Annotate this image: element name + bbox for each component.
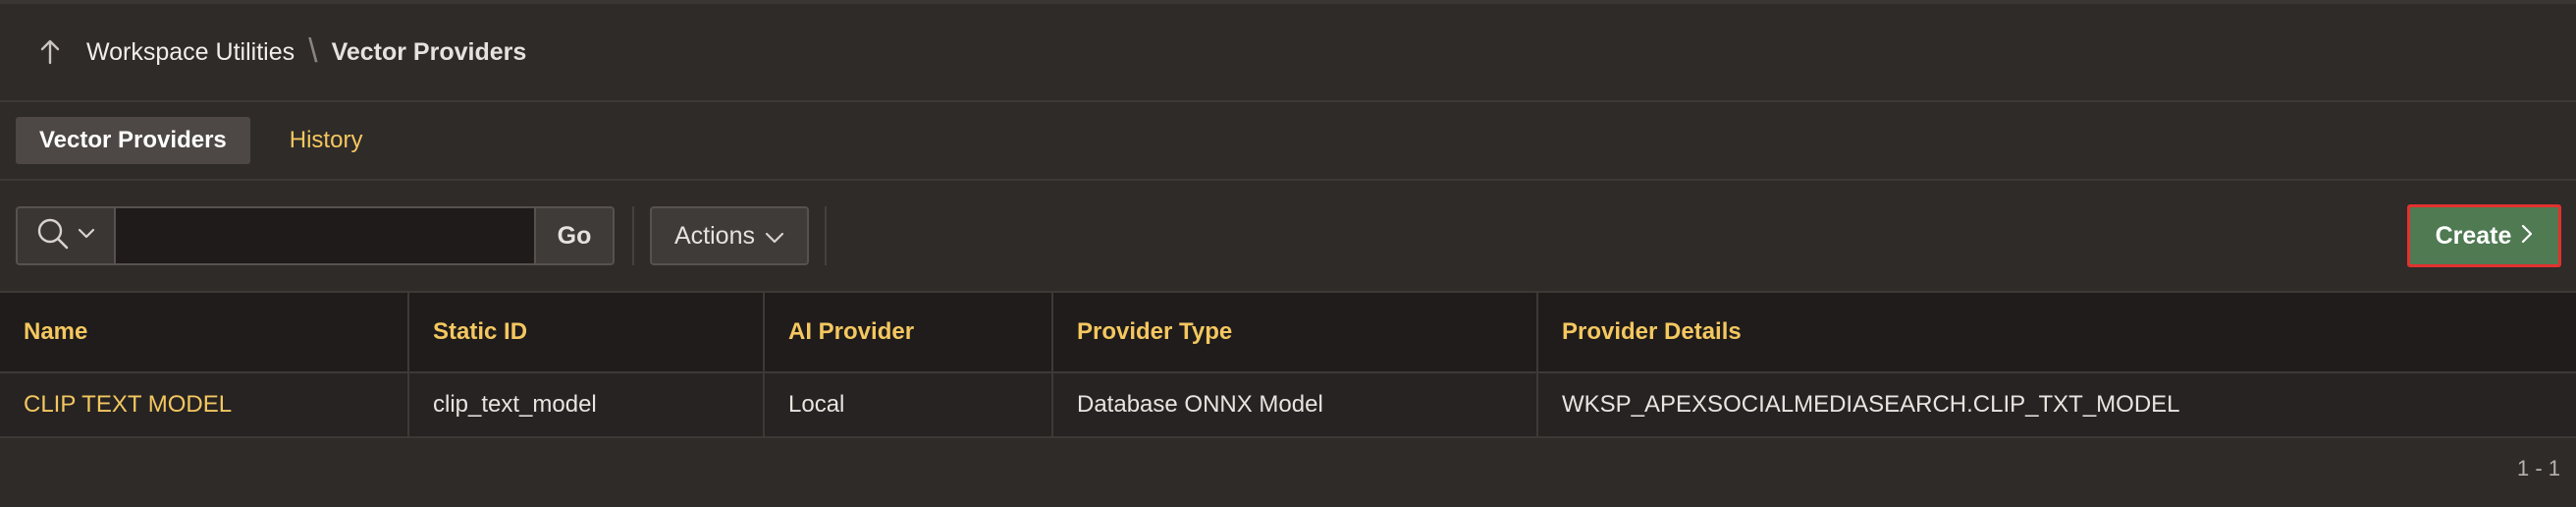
- actions-label: Actions: [674, 221, 755, 250]
- toolbar-divider: [825, 206, 827, 265]
- search-column-button[interactable]: [16, 206, 114, 265]
- create-button[interactable]: Create: [2407, 204, 2561, 267]
- column-header-provider-type[interactable]: Provider Type: [1052, 293, 1538, 372]
- arrow-up-icon[interactable]: [37, 37, 63, 67]
- cell-ai-provider: Local: [764, 371, 1053, 438]
- cell-provider-details: WKSP_APEXSOCIALMEDIASEARCH.CLIP_TXT_MODE…: [1537, 371, 2576, 438]
- search-group: Go: [16, 206, 615, 265]
- table-header-row: Name Static ID AI Provider Provider Type…: [0, 293, 2576, 372]
- column-header-ai-provider[interactable]: AI Provider: [764, 293, 1053, 372]
- chevron-right-icon: [2521, 222, 2533, 251]
- breadcrumb-item-workspace-utilities[interactable]: Workspace Utilities: [86, 38, 295, 67]
- vector-providers-table: Name Static ID AI Provider Provider Type…: [0, 293, 2576, 438]
- column-header-provider-details[interactable]: Provider Details: [1537, 293, 2576, 372]
- tab-history[interactable]: History: [266, 117, 387, 164]
- go-button[interactable]: Go: [536, 206, 615, 265]
- tab-vector-providers[interactable]: Vector Providers: [16, 117, 250, 164]
- search-icon: [36, 217, 70, 255]
- chevron-down-icon: [78, 227, 95, 245]
- breadcrumb-separator: \: [308, 31, 318, 70]
- create-label: Create: [2435, 221, 2512, 250]
- breadcrumb-current: Vector Providers: [331, 37, 527, 66]
- actions-button[interactable]: Actions: [650, 206, 809, 265]
- table-row: CLIP TEXT MODEL clip_text_model Local Da…: [0, 371, 2576, 438]
- column-header-static-id[interactable]: Static ID: [408, 293, 765, 372]
- cell-name-link[interactable]: CLIP TEXT MODEL: [0, 371, 409, 438]
- tab-bar: Vector Providers History: [0, 102, 2576, 181]
- chevron-down-icon: [765, 222, 784, 251]
- cell-static-id: clip_text_model: [408, 371, 765, 438]
- report-toolbar: Go Actions Create: [0, 181, 2576, 293]
- toolbar-divider: [632, 206, 634, 265]
- cell-provider-type: Database ONNX Model: [1052, 371, 1538, 438]
- column-header-name[interactable]: Name: [0, 293, 409, 372]
- search-input[interactable]: [114, 206, 536, 265]
- breadcrumb: Workspace Utilities \ Vector Providers: [0, 4, 2576, 102]
- pagination-info: 1 - 1: [2516, 456, 2560, 480]
